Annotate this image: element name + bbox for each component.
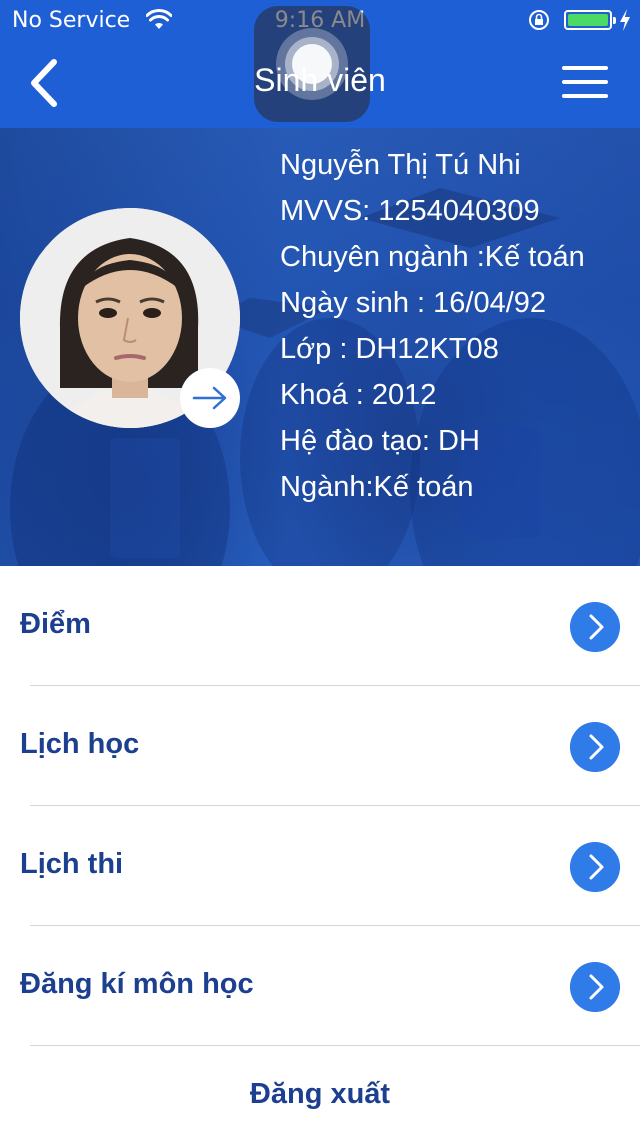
menu-item-label: Điểm xyxy=(20,608,91,640)
page-title: Sinh viên xyxy=(254,62,386,98)
chevron-right-circle-icon[interactable] xyxy=(570,842,620,892)
student-birthdate: Ngày sinh : 16/04/92 xyxy=(280,287,547,319)
chevron-right-circle-icon[interactable] xyxy=(570,722,620,772)
menu-item-label: Đăng kí môn học xyxy=(20,968,254,1000)
menu-item-exam-schedule[interactable]: Lịch thi xyxy=(0,806,640,926)
student-name: Nguyễn Thị Tú Nhi xyxy=(280,149,521,181)
student-training-system: Hệ đào tạo: DH xyxy=(280,425,480,457)
bolt-icon xyxy=(620,9,630,31)
logout-button[interactable]: Đăng xuất xyxy=(0,1078,640,1111)
menu-item-label: Lịch thi xyxy=(20,848,124,880)
student-id: MVVS: 1254040309 xyxy=(280,195,540,227)
student-major: Chuyên ngành :Kế toán xyxy=(280,241,585,273)
profile-header: Nguyễn Thị Tú Nhi MVVS: 1254040309 Chuyê… xyxy=(0,128,640,566)
top-bar: No Service 9:16 AM Sinh viên xyxy=(0,0,640,128)
student-class: Lớp : DH12KT08 xyxy=(280,333,499,365)
view-profile-button[interactable] xyxy=(180,368,240,428)
chevron-right-circle-icon[interactable] xyxy=(570,602,620,652)
student-cohort: Khoá : 2012 xyxy=(280,379,437,411)
menu-item-class-schedule[interactable]: Lịch học xyxy=(0,686,640,806)
hamburger-menu-button[interactable] xyxy=(560,60,612,106)
chevron-right-circle-icon[interactable] xyxy=(570,962,620,1012)
battery-icon xyxy=(564,10,616,30)
menu-item-grades[interactable]: Điểm xyxy=(0,566,640,686)
arrow-right-icon xyxy=(192,386,227,410)
divider xyxy=(30,1045,640,1046)
student-field: Ngành:Kế toán xyxy=(280,471,474,503)
menu-list: Điểm Lịch học Lịch thi Đăng kí môn học xyxy=(0,566,640,1046)
battery-fill xyxy=(568,14,608,26)
menu-item-course-registration[interactable]: Đăng kí môn học xyxy=(0,926,640,1046)
menu-item-label: Lịch học xyxy=(20,728,140,760)
rotation-lock-icon xyxy=(529,10,549,30)
student-info: Nguyễn Thị Tú Nhi MVVS: 1254040309 Chuyê… xyxy=(280,142,585,510)
